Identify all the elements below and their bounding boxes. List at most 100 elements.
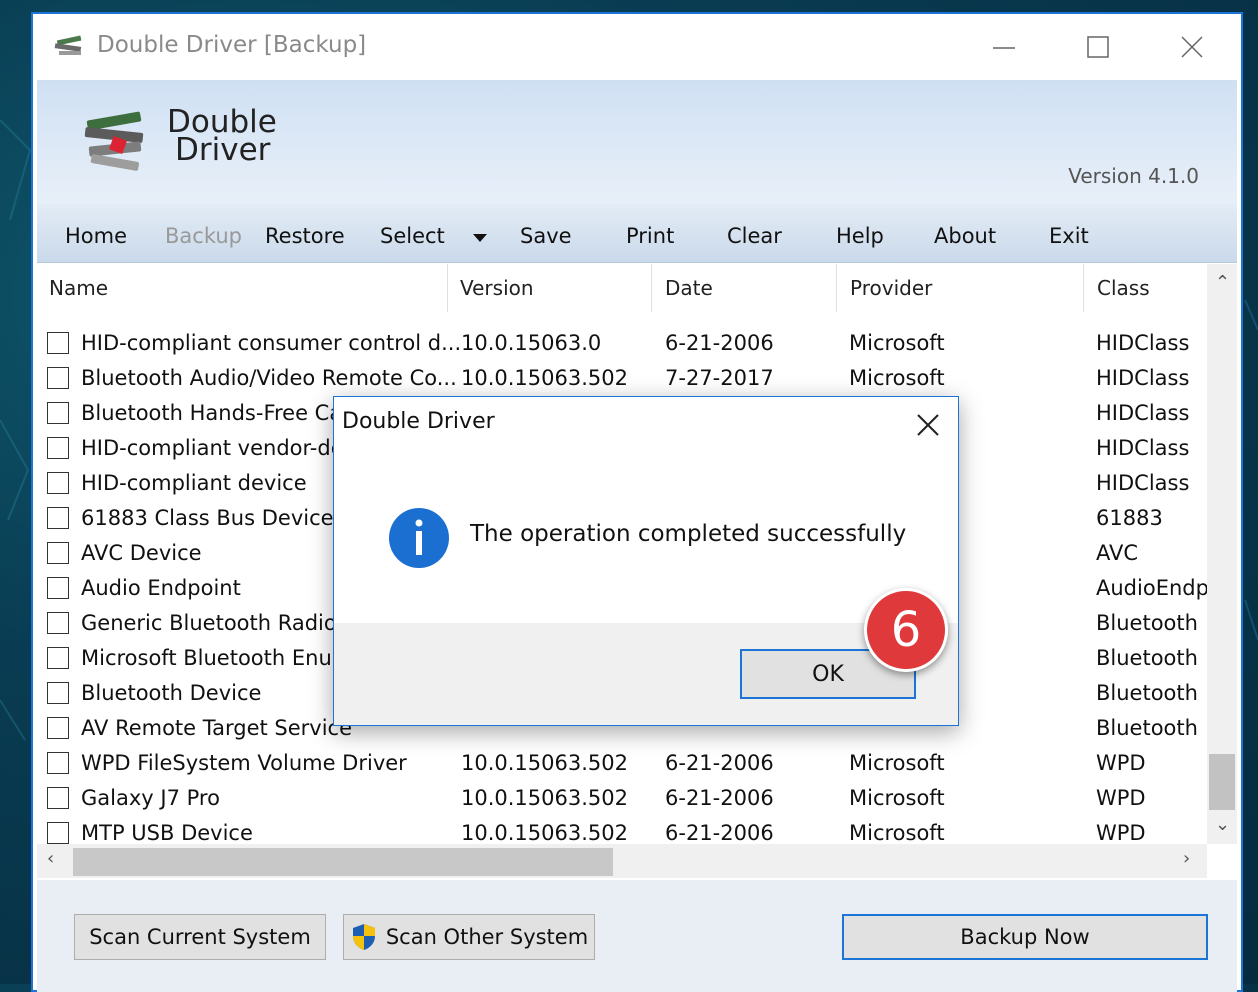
menu-bar: Home Backup Restore Select Save Print Cl… bbox=[37, 204, 1237, 263]
cell-version: 10.0.15063.502 bbox=[461, 366, 628, 390]
row-checkbox[interactable] bbox=[47, 647, 69, 669]
menu-save[interactable]: Save bbox=[520, 224, 572, 248]
cell-name: 61883 Class Bus Device bbox=[81, 506, 334, 530]
cell-date: 6-21-2006 bbox=[665, 786, 774, 810]
close-icon[interactable] bbox=[906, 403, 950, 447]
scroll-right-icon[interactable]: › bbox=[1183, 848, 1190, 869]
cell-date: 7-27-2017 bbox=[665, 366, 774, 390]
cell-class: WPD bbox=[1096, 821, 1146, 844]
dialog-message: The operation completed successfully bbox=[470, 521, 907, 547]
menu-exit[interactable]: Exit bbox=[1049, 224, 1089, 248]
menu-home[interactable]: Home bbox=[65, 224, 127, 248]
cell-name: Generic Bluetooth Radio bbox=[81, 611, 337, 635]
step-number-badge: 6 bbox=[864, 588, 948, 672]
cell-version: 10.0.15063.502 bbox=[461, 786, 628, 810]
row-checkbox[interactable] bbox=[47, 787, 69, 809]
cell-provider: Microsoft bbox=[849, 751, 945, 775]
column-divider bbox=[836, 264, 837, 312]
close-icon[interactable] bbox=[1169, 24, 1215, 70]
column-header-provider[interactable]: Provider bbox=[850, 276, 932, 300]
table-row[interactable]: Galaxy J7 Pro 10.0.15063.502 6-21-2006 Micr… bbox=[37, 783, 1207, 818]
app-banner: Double Driver Version 4.1.0 bbox=[37, 80, 1237, 205]
cell-class: WPD bbox=[1096, 751, 1146, 775]
vertical-scrollbar[interactable]: ⌃ ⌄ bbox=[1207, 264, 1237, 844]
cell-class: Bluetooth bbox=[1096, 646, 1198, 670]
cell-date: 6-21-2006 bbox=[665, 331, 774, 355]
cell-name: HID-compliant device bbox=[81, 471, 307, 495]
column-header-class[interactable]: Class bbox=[1097, 276, 1150, 300]
table-row[interactable]: MTP USB Device 10.0.15063.502 6-21-2006 Mic… bbox=[37, 818, 1207, 844]
horizontal-scrollbar[interactable]: ‹ › bbox=[37, 844, 1207, 878]
row-checkbox[interactable] bbox=[47, 542, 69, 564]
maximize-icon[interactable] bbox=[1075, 24, 1121, 70]
row-checkbox[interactable] bbox=[47, 437, 69, 459]
minimize-icon[interactable] bbox=[981, 24, 1027, 70]
cell-provider: Microsoft bbox=[849, 366, 945, 390]
message-dialog: Double Driver The operation completed su… bbox=[333, 396, 959, 726]
cell-name: Audio Endpoint bbox=[81, 576, 241, 600]
cell-name: HID-compliant consumer control d... bbox=[81, 331, 462, 355]
cell-class: WPD bbox=[1096, 786, 1146, 810]
shield-icon bbox=[352, 924, 375, 950]
backup-now-button[interactable]: Backup Now bbox=[842, 914, 1208, 960]
horizontal-scroll-thumb[interactable] bbox=[73, 848, 613, 876]
row-checkbox[interactable] bbox=[47, 367, 69, 389]
cell-class: AVC bbox=[1096, 541, 1139, 565]
cell-name: Bluetooth Device bbox=[81, 681, 262, 705]
scan-current-system-button[interactable]: Scan Current System bbox=[74, 914, 326, 960]
row-checkbox[interactable] bbox=[47, 717, 69, 739]
scan-other-label: Scan Other System bbox=[385, 925, 589, 949]
row-checkbox[interactable] bbox=[47, 332, 69, 354]
menu-help[interactable]: Help bbox=[836, 224, 884, 248]
column-divider bbox=[651, 264, 652, 312]
table-row[interactable]: HID-compliant consumer control d... 10.0.… bbox=[37, 328, 1207, 363]
cell-class: HIDClass bbox=[1096, 366, 1190, 390]
app-logo bbox=[84, 111, 144, 171]
cell-name: MTP USB Device bbox=[81, 821, 253, 844]
table-row[interactable]: WPD FileSystem Volume Driver 10.0.15063.5… bbox=[37, 748, 1207, 783]
cell-class: Bluetooth bbox=[1096, 681, 1198, 705]
vertical-scroll-thumb[interactable] bbox=[1209, 754, 1235, 810]
menu-select[interactable]: Select bbox=[380, 224, 445, 248]
app-icon bbox=[54, 35, 82, 55]
info-icon bbox=[389, 508, 449, 568]
row-checkbox[interactable] bbox=[47, 612, 69, 634]
cell-name: Galaxy J7 Pro bbox=[81, 786, 220, 810]
row-checkbox[interactable] bbox=[47, 577, 69, 599]
cell-date: 6-21-2006 bbox=[665, 751, 774, 775]
cell-class: 61883 bbox=[1096, 506, 1163, 530]
backup-now-label: Backup Now bbox=[960, 925, 1090, 949]
cell-name: WPD FileSystem Volume Driver bbox=[81, 751, 407, 775]
column-header-version[interactable]: Version bbox=[460, 276, 534, 300]
scan-other-system-button[interactable]: Scan Other System bbox=[343, 914, 595, 960]
menu-print[interactable]: Print bbox=[626, 224, 674, 248]
table-row[interactable]: Bluetooth Audio/Video Remote Co... 10.0.1… bbox=[37, 363, 1207, 398]
title-bar[interactable]: Double Driver [Backup] bbox=[33, 14, 1241, 80]
ok-label: OK bbox=[812, 661, 844, 687]
app-name: Double Driver bbox=[167, 107, 307, 166]
cell-class: AudioEndpoint bbox=[1096, 576, 1207, 600]
scan-current-label: Scan Current System bbox=[89, 925, 311, 949]
row-checkbox[interactable] bbox=[47, 507, 69, 529]
menu-restore[interactable]: Restore bbox=[265, 224, 345, 248]
menu-clear[interactable]: Clear bbox=[727, 224, 782, 248]
scroll-up-icon[interactable]: ⌃ bbox=[1215, 272, 1230, 293]
menu-about[interactable]: About bbox=[934, 224, 996, 248]
column-header-date[interactable]: Date bbox=[665, 276, 713, 300]
cell-name: Bluetooth Audio/Video Remote Co... bbox=[81, 366, 457, 390]
row-checkbox[interactable] bbox=[47, 472, 69, 494]
column-header-name[interactable]: Name bbox=[49, 276, 108, 300]
row-checkbox[interactable] bbox=[47, 682, 69, 704]
menu-backup[interactable]: Backup bbox=[165, 224, 242, 248]
cell-provider: Microsoft bbox=[849, 786, 945, 810]
cell-class: HIDClass bbox=[1096, 331, 1190, 355]
column-divider bbox=[1083, 264, 1084, 312]
cell-provider: Microsoft bbox=[849, 821, 945, 844]
scroll-left-icon[interactable]: ‹ bbox=[47, 848, 54, 869]
cell-class: Bluetooth bbox=[1096, 611, 1198, 635]
row-checkbox[interactable] bbox=[47, 822, 69, 844]
scroll-down-icon[interactable]: ⌄ bbox=[1215, 814, 1230, 835]
row-checkbox[interactable] bbox=[47, 752, 69, 774]
row-checkbox[interactable] bbox=[47, 402, 69, 424]
select-dropdown-icon[interactable] bbox=[473, 234, 487, 242]
